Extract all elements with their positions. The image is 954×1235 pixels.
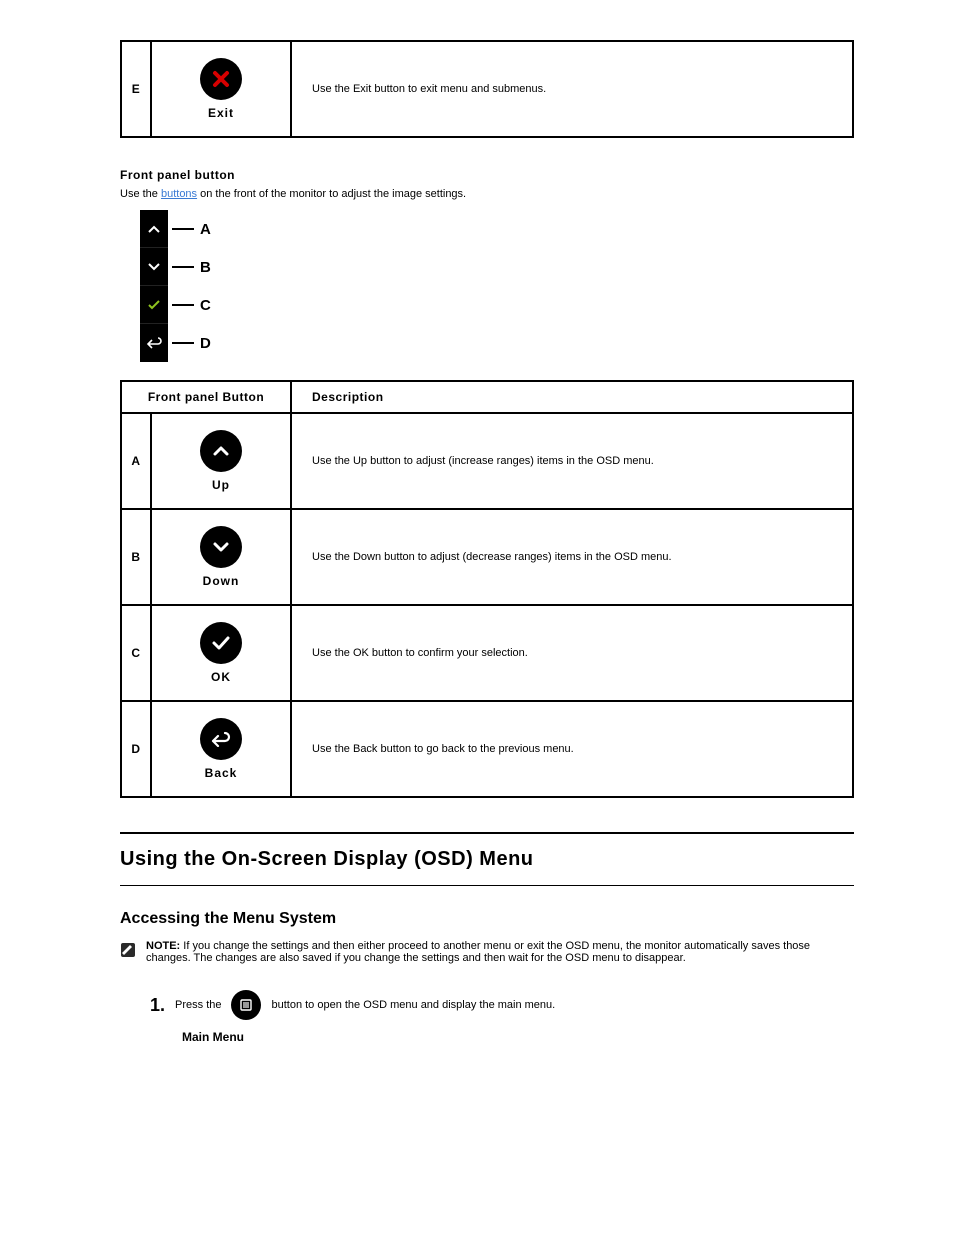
ok-desc: Use the OK button to confirm your select… [291, 605, 853, 701]
front-panel-heading: Front panel button [120, 168, 854, 182]
ok-button-cell: OK [151, 605, 291, 701]
down-desc: Use the Down button to adjust (decrease … [291, 509, 853, 605]
table-row: D Back Use the Back button to go back to… [121, 701, 853, 797]
back-arrow-icon [200, 718, 242, 760]
note-block: NOTE: If you change the settings and the… [120, 940, 854, 964]
row-index: E [121, 41, 151, 137]
back-label: Back [160, 766, 282, 780]
step-1: 1. Press the button to open the OSD menu… [150, 990, 854, 1020]
osd-section-heading: Using the On-Screen Display (OSD) Menu [120, 848, 854, 871]
menu-icon [231, 990, 261, 1020]
exit-button-table: E Exit Use the Exit button to exit menu … [120, 40, 854, 138]
row-index: B [121, 509, 151, 605]
table-row: B Down Use the Down button to adjust (de… [121, 509, 853, 605]
ok-label: OK [160, 670, 282, 684]
chevron-down-icon [200, 526, 242, 568]
button-strip-diagram: A B C D [140, 210, 854, 362]
back-button-cell: Back [151, 701, 291, 797]
chevron-up-icon [200, 430, 242, 472]
col-header-desc: Description [291, 381, 853, 413]
down-button-cell: Down [151, 509, 291, 605]
x-icon [200, 58, 242, 100]
exit-label: Exit [160, 106, 282, 120]
row-index: D [121, 701, 151, 797]
diag-down-icon [140, 248, 168, 286]
up-label: Up [160, 478, 282, 492]
check-icon [200, 622, 242, 664]
col-header-button: Front panel Button [121, 381, 291, 413]
osd-subheading: Accessing the Menu System [120, 910, 854, 928]
diag-ok-icon [140, 286, 168, 324]
note-icon [120, 942, 136, 958]
down-label: Down [160, 574, 282, 588]
diag-up-icon [140, 210, 168, 248]
table-row: A Up Use the Up button to adjust (increa… [121, 413, 853, 509]
front-panel-intro: Use the buttons on the front of the moni… [120, 188, 854, 200]
note-text: NOTE: If you change the settings and the… [146, 940, 854, 964]
row-index: A [121, 413, 151, 509]
step-number: 1. [150, 995, 165, 1016]
back-desc: Use the Back button to go back to the pr… [291, 701, 853, 797]
divider [120, 832, 854, 834]
exit-button-cell: Exit [151, 41, 291, 137]
up-button-cell: Up [151, 413, 291, 509]
main-menu-label: Main Menu [182, 1030, 854, 1044]
divider [120, 885, 854, 886]
row-index: C [121, 605, 151, 701]
table-row: C OK Use the OK button to confirm your s… [121, 605, 853, 701]
buttons-link[interactable]: buttons [161, 188, 197, 200]
exit-desc: Use the Exit button to exit menu and sub… [291, 41, 853, 137]
up-desc: Use the Up button to adjust (increase ra… [291, 413, 853, 509]
nav-buttons-table: Front panel Button Description A Up Use … [120, 380, 854, 798]
page-body: E Exit Use the Exit button to exit menu … [120, 40, 854, 1044]
diag-back-icon [140, 324, 168, 362]
